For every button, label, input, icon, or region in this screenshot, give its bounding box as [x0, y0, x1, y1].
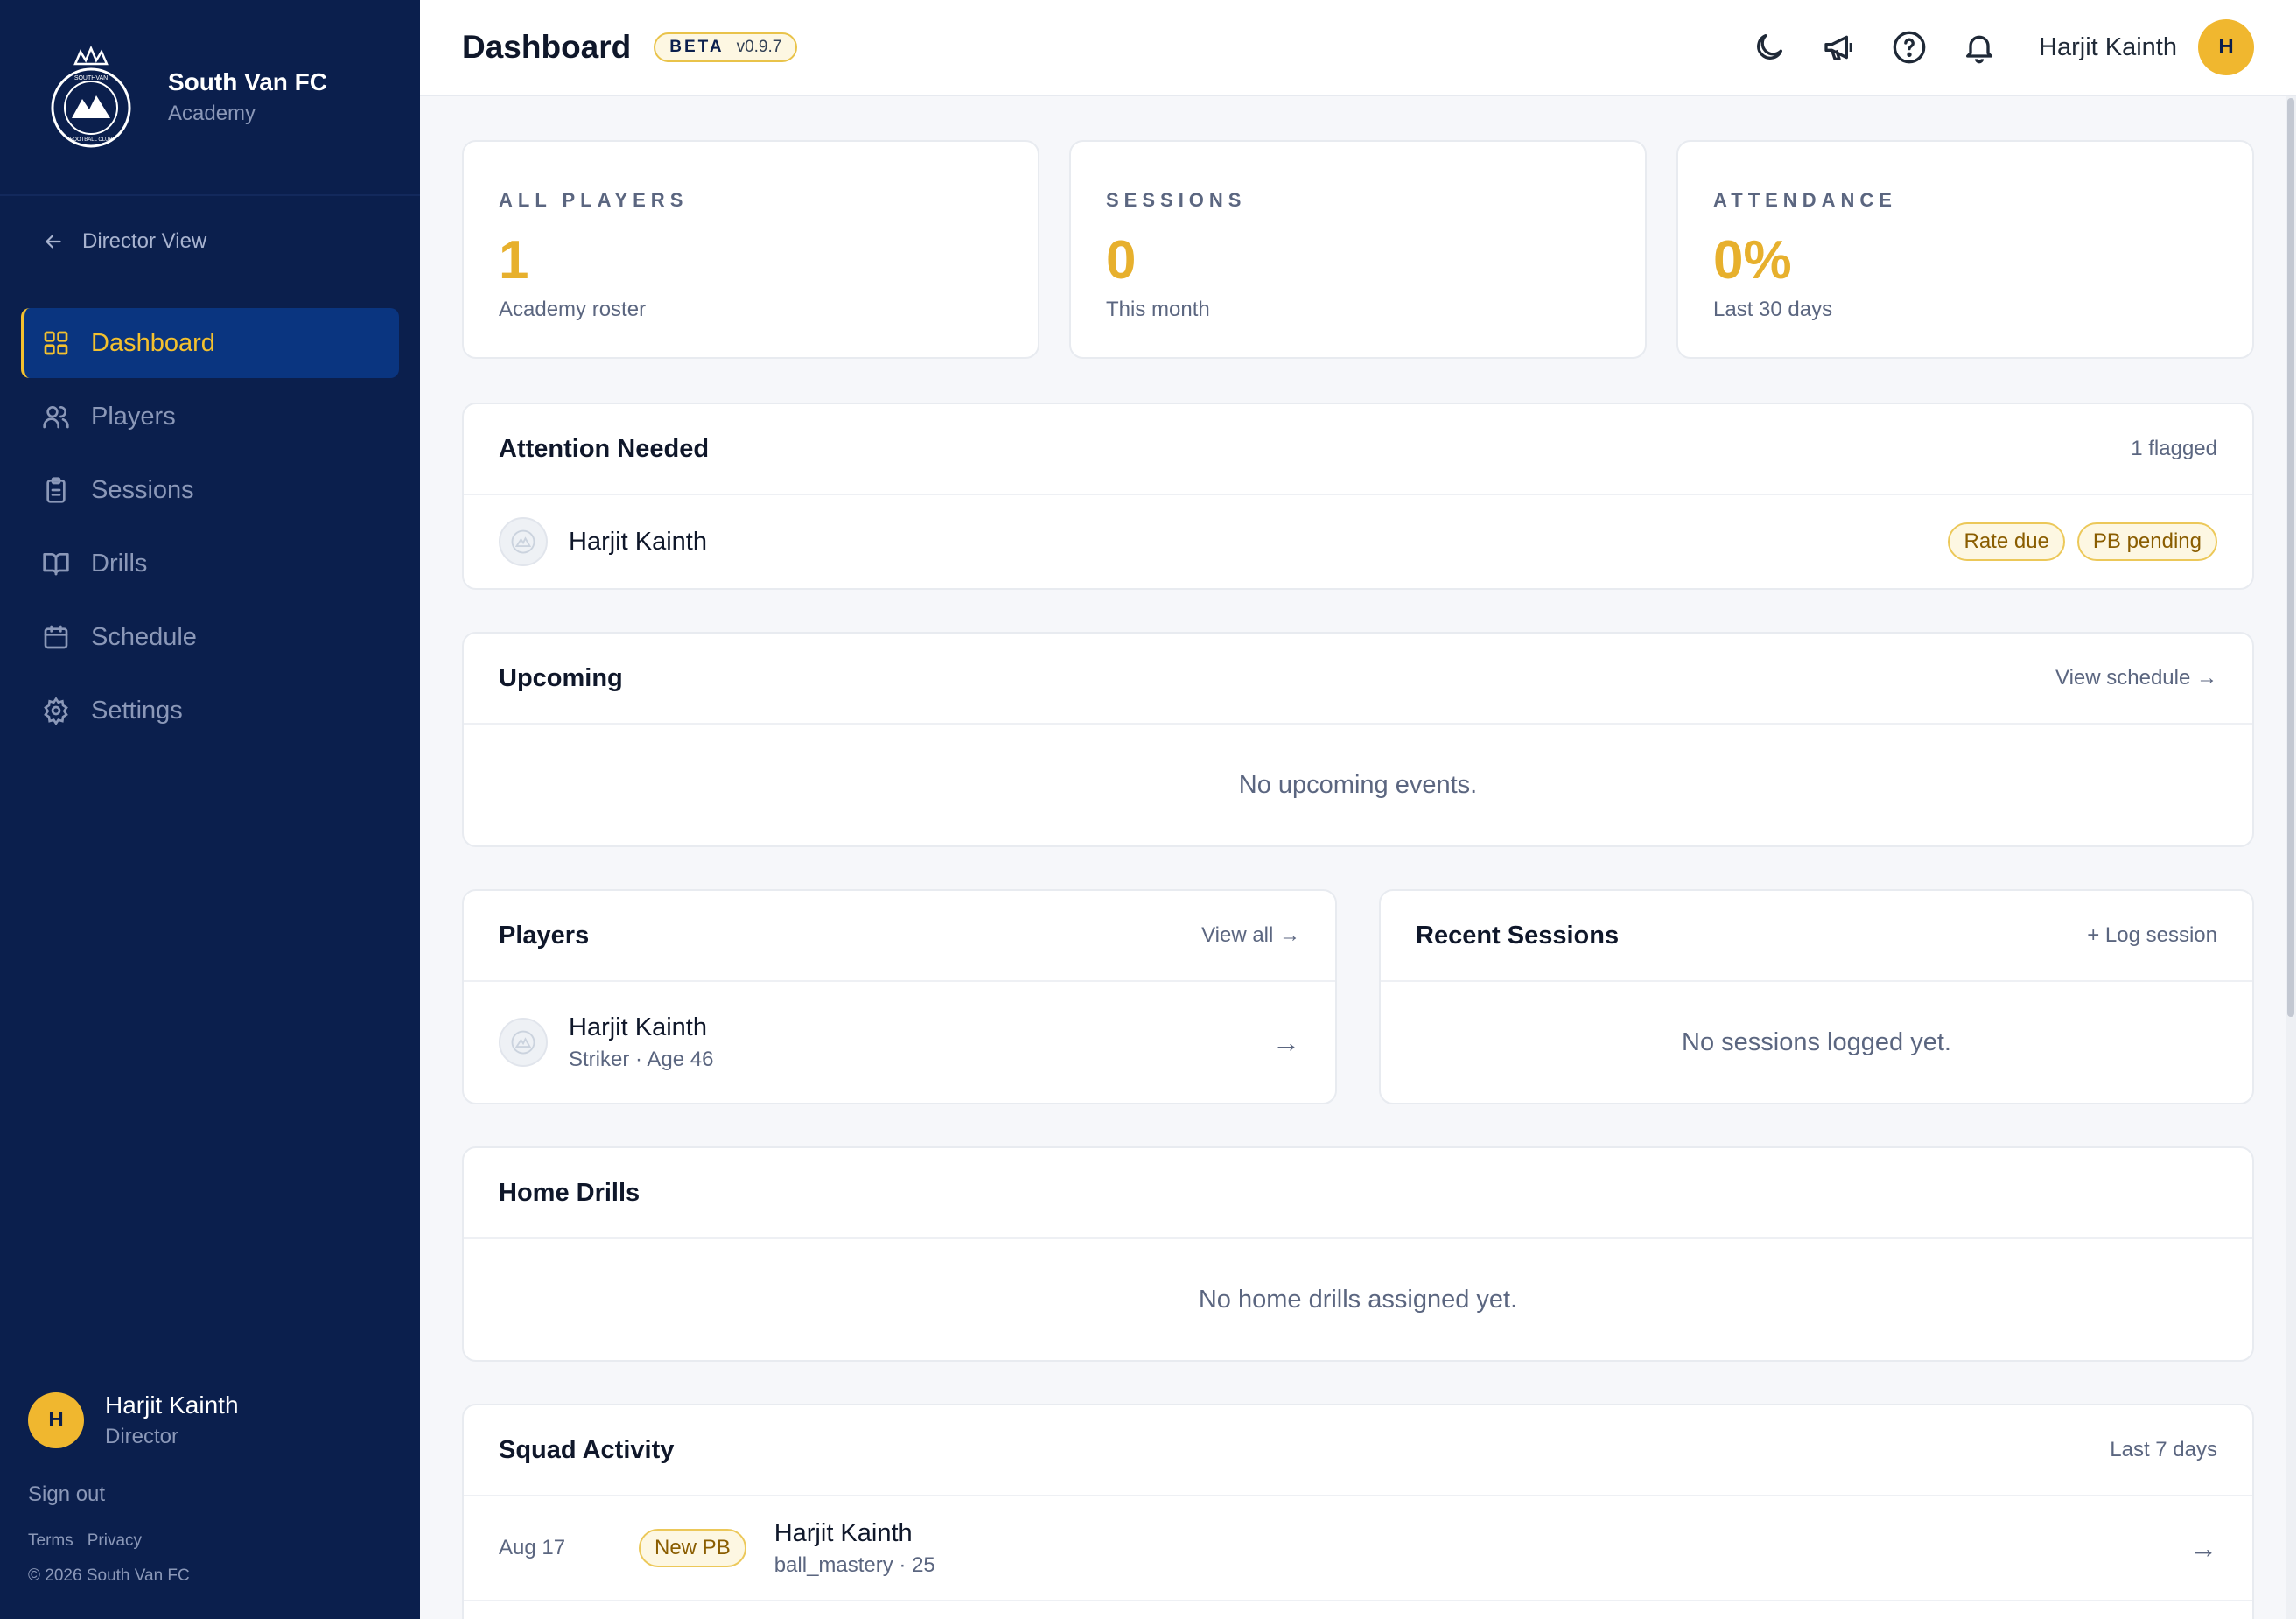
- new-pb-badge: New PB: [639, 1529, 746, 1567]
- sign-out-link[interactable]: Sign out: [28, 1482, 105, 1507]
- player-name: Harjit Kainth: [774, 1518, 913, 1547]
- scrollbar-thumb[interactable]: [2287, 98, 2294, 1017]
- moon-icon[interactable]: [1752, 30, 1787, 65]
- svg-text:FOOTBALL CLUB: FOOTBALL CLUB: [70, 137, 113, 143]
- header-user-name[interactable]: Harjit Kainth: [2039, 33, 2177, 62]
- card-title: Upcoming: [499, 663, 623, 692]
- clipboard-icon: [46, 477, 66, 503]
- calendar-icon: [44, 625, 68, 649]
- stat-sub: This month: [1106, 298, 1210, 321]
- stat-label: SESSIONS: [1106, 189, 1247, 211]
- squad-activity-card: Squad Activity Last 7 days Aug 17 New PB…: [462, 1404, 2254, 1619]
- stat-value: 1: [499, 230, 529, 291]
- log-session-button[interactable]: + Log session: [2087, 923, 2217, 948]
- stat-label: ATTENDANCE: [1713, 189, 1897, 211]
- grid-icon: [44, 331, 68, 355]
- book-icon: [43, 553, 69, 576]
- activity-date: Aug 17: [499, 1536, 566, 1559]
- sidebar-item-label: Schedule: [91, 622, 197, 651]
- player-detail: Striker · Age 46: [569, 1047, 714, 1071]
- arrow-left-icon: [45, 235, 61, 249]
- sidebar-item-label: Drills: [91, 549, 148, 578]
- sidebar-item-schedule[interactable]: Schedule: [21, 602, 399, 672]
- stat-label: ALL PLAYERS: [499, 189, 689, 211]
- sidebar-nav: Dashboard Players Sessions Drills Schedu…: [21, 308, 399, 749]
- arrow-right-icon: →: [1272, 1026, 1300, 1058]
- brand[interactable]: SOUTHVAN FOOTBALL CLUB South Van FC Acad…: [0, 0, 420, 196]
- club-crest-logo: SOUTHVAN FOOTBALL CLUB: [51, 45, 131, 148]
- flagged-count: 1 flagged: [2131, 437, 2217, 460]
- player-avatar-icon: [499, 517, 548, 566]
- view-schedule-link[interactable]: View schedule →: [2055, 666, 2217, 690]
- stat-card-attendance: ATTENDANCE 0% Last 30 days: [1676, 140, 2254, 359]
- director-view-link[interactable]: Director View: [42, 229, 206, 254]
- players-card: Players View all → Harjit Kainth Striker…: [462, 889, 1337, 1104]
- version-badge: BETA v0.9.7: [654, 32, 798, 62]
- stat-value: 0%: [1713, 230, 1792, 291]
- stat-sub: Academy roster: [499, 298, 647, 321]
- view-all-link[interactable]: View all →: [1201, 923, 1300, 948]
- sidebar-item-settings[interactable]: Settings: [21, 676, 399, 746]
- version-number: v0.9.7: [736, 38, 782, 56]
- upcoming-card: Upcoming View schedule → No upcoming eve…: [462, 632, 2254, 847]
- rate-due-badge: Rate due: [1948, 522, 2065, 561]
- empty-state: No home drills assigned yet.: [1198, 1285, 1518, 1314]
- sidebar-user-role: Director: [105, 1425, 179, 1448]
- empty-state: No sessions logged yet.: [1682, 1027, 1951, 1056]
- gear-icon: [44, 697, 68, 725]
- avatar[interactable]: H: [2198, 19, 2254, 75]
- card-title: Players: [499, 921, 590, 950]
- activity-detail: ball_mastery · 25: [774, 1552, 935, 1577]
- card-title: Home Drills: [499, 1178, 640, 1207]
- sidebar-item-label: Settings: [91, 696, 183, 725]
- users-icon: [43, 406, 69, 429]
- stat-value: 0: [1106, 230, 1137, 291]
- activity-row[interactable]: Aug 17 New PB Harjit Kainth ball_mastery…: [464, 1496, 2252, 1601]
- brand-subtitle: Academy: [168, 102, 256, 125]
- scrollbar[interactable]: [2286, 96, 2296, 1619]
- stat-sub: Last 30 days: [1713, 298, 1833, 321]
- sidebar-item-dashboard[interactable]: Dashboard: [21, 308, 399, 378]
- arrow-right-icon: →: [2189, 1531, 2217, 1564]
- copyright: © 2026 South Van FC: [28, 1566, 190, 1585]
- sidebar: SOUTHVAN FOOTBALL CLUB South Van FC Acad…: [0, 0, 420, 1619]
- home-drills-card: Home Drills No home drills assigned yet.: [462, 1146, 2254, 1362]
- sidebar-item-players[interactable]: Players: [21, 382, 399, 452]
- card-title: Squad Activity: [499, 1435, 675, 1464]
- sidebar-user[interactable]: H Harjit Kainth Director: [28, 1391, 239, 1449]
- director-view-label: Director View: [82, 229, 207, 253]
- player-name: Harjit Kainth: [569, 1013, 707, 1041]
- card-title: Attention Needed: [499, 434, 710, 463]
- brand-name: South Van FC: [168, 68, 327, 95]
- attention-row[interactable]: Harjit Kainth Rate due PB pending: [464, 495, 2252, 588]
- sidebar-user-name: Harjit Kainth: [105, 1391, 239, 1419]
- sidebar-item-drills[interactable]: Drills: [21, 529, 399, 599]
- sidebar-item-label: Players: [91, 402, 176, 431]
- svg-text:SOUTHVAN: SOUTHVAN: [74, 75, 108, 81]
- avatar: H: [28, 1392, 84, 1448]
- attention-card: Attention Needed 1 flagged Harjit Kainth…: [462, 403, 2254, 590]
- recent-sessions-card: Recent Sessions + Log session No session…: [1379, 889, 2254, 1104]
- megaphone-icon[interactable]: [1822, 30, 1857, 65]
- activity-range: Last 7 days: [2110, 1438, 2217, 1461]
- card-title: Recent Sessions: [1416, 921, 1620, 950]
- bell-icon[interactable]: [1962, 30, 1997, 65]
- topbar: Dashboard BETA v0.9.7 Harjit Kainth H: [420, 0, 2296, 96]
- list-item[interactable]: Harjit Kainth Striker · Age 46 →: [464, 982, 1335, 1103]
- sidebar-item-label: Dashboard: [91, 328, 215, 357]
- player-name: Harjit Kainth: [569, 527, 707, 556]
- privacy-link[interactable]: Privacy: [88, 1531, 142, 1551]
- empty-state: No upcoming events.: [1238, 770, 1478, 799]
- stat-card-players: ALL PLAYERS 1 Academy roster: [462, 140, 1040, 359]
- pb-pending-badge: PB pending: [2076, 522, 2217, 561]
- sidebar-item-sessions[interactable]: Sessions: [21, 455, 399, 525]
- page-title: Dashboard: [462, 29, 632, 65]
- help-icon[interactable]: [1892, 30, 1927, 65]
- sidebar-item-label: Sessions: [91, 475, 194, 504]
- terms-link[interactable]: Terms: [28, 1531, 74, 1551]
- stat-card-sessions: SESSIONS 0 This month: [1069, 140, 1647, 359]
- player-avatar-icon: [499, 1018, 548, 1067]
- beta-tag: BETA: [669, 38, 724, 56]
